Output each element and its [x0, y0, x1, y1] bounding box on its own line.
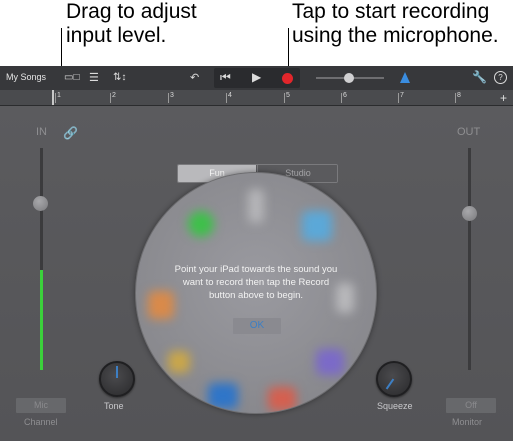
settings-wrench-icon[interactable]: 🔧 — [472, 71, 487, 83]
effect-icon[interactable] — [208, 383, 238, 409]
ruler-tick — [55, 93, 56, 103]
timeline-ruler[interactable]: 1 2 3 4 5 6 7 8 + — [0, 90, 513, 106]
master-volume-slider[interactable] — [316, 73, 384, 83]
tone-label: Tone — [104, 401, 124, 411]
effect-icon[interactable] — [248, 189, 264, 223]
monitor-label: Monitor — [452, 417, 483, 427]
tone-knob[interactable] — [99, 361, 135, 397]
output-level-thumb[interactable] — [462, 206, 477, 221]
monitor-off-button[interactable]: Off — [446, 398, 496, 413]
ruler-tick — [455, 93, 456, 103]
mic-channel-button[interactable]: Mic — [16, 398, 66, 413]
play-icon[interactable]: ▶ — [252, 71, 261, 83]
ruler-tick — [110, 93, 111, 103]
callout-input-level: Drag to adjust input level. — [66, 0, 197, 48]
ruler-bar-label: 3 — [170, 92, 174, 99]
instruction-message: Point your iPad towards the sound you wa… — [150, 263, 362, 302]
ruler-tick — [168, 93, 169, 103]
ruler-tick — [398, 93, 399, 103]
effect-icon[interactable] — [316, 349, 344, 375]
tone-knob-indicator — [116, 366, 118, 378]
squeeze-knob-indicator — [385, 378, 395, 390]
tracks-icon[interactable]: ☰ — [89, 72, 99, 84]
input-label: IN — [36, 126, 47, 138]
master-volume-thumb[interactable] — [344, 73, 354, 83]
ruler-bar-label: 4 — [228, 92, 232, 99]
callout-line-1: Tap to start recording — [292, 0, 490, 23]
input-level-meter — [40, 270, 43, 370]
input-link-icon[interactable]: 🔗 — [63, 126, 78, 140]
ruler-tick — [341, 93, 342, 103]
mixer-icon[interactable]: ⇅↕ — [113, 72, 126, 84]
ruler-bar-label: 7 — [400, 92, 404, 99]
output-level-track[interactable] — [468, 148, 471, 370]
instruction-line: button above to begin. — [208, 290, 304, 301]
input-level-thumb[interactable] — [33, 196, 48, 211]
squeeze-label: Squeeze — [377, 401, 413, 411]
ruler-tick — [226, 93, 227, 103]
record-icon[interactable] — [282, 73, 293, 84]
help-icon[interactable]: ? — [494, 71, 507, 84]
rewind-icon[interactable]: ⏮ — [220, 71, 231, 83]
input-level-track[interactable] — [40, 148, 43, 370]
ruler-bar-label: 2 — [112, 92, 116, 99]
channel-label: Channel — [24, 417, 58, 427]
ruler-bar-label: 5 — [286, 92, 290, 99]
squeeze-knob[interactable] — [376, 361, 412, 397]
recorder-main-area: IN 🔗 Fun Studio OUT Point your iPad towa… — [0, 106, 513, 441]
output-label: OUT — [457, 126, 481, 138]
callout-line-2: using the microphone. — [292, 24, 499, 47]
control-bar: My Songs ▭□ ☰ ⇅↕ ↶ ⏮ ▶ 🔧 ? — [0, 66, 513, 90]
view-toggle-icon[interactable]: ▭□ — [64, 72, 80, 84]
ruler-tick — [284, 93, 285, 103]
metronome-icon[interactable] — [400, 72, 410, 83]
callout-line-1: Drag to adjust — [66, 0, 197, 23]
instruction-line: want to record then tap the Record — [182, 277, 330, 288]
add-section-button[interactable]: + — [500, 91, 507, 105]
ok-button[interactable]: OK — [233, 318, 281, 334]
ruler-bar-label: 8 — [457, 92, 461, 99]
effect-icon[interactable] — [188, 211, 214, 237]
effect-icon[interactable] — [268, 387, 296, 411]
callout-record: Tap to start recording using the microph… — [292, 0, 499, 48]
ruler-bar-label: 1 — [57, 92, 61, 99]
my-songs-button[interactable]: My Songs — [6, 72, 46, 82]
effect-icon[interactable] — [302, 211, 332, 241]
undo-icon[interactable]: ↶ — [190, 72, 199, 84]
app-window: My Songs ▭□ ☰ ⇅↕ ↶ ⏮ ▶ 🔧 ? 1 2 3 4 5 6 7 — [0, 66, 513, 441]
ruler-bar-label: 6 — [343, 92, 347, 99]
effect-icon[interactable] — [168, 351, 190, 373]
callout-line-2: input level. — [66, 24, 167, 47]
help-glyph: ? — [498, 73, 503, 82]
instruction-line: Point your iPad towards the sound you — [174, 264, 338, 275]
